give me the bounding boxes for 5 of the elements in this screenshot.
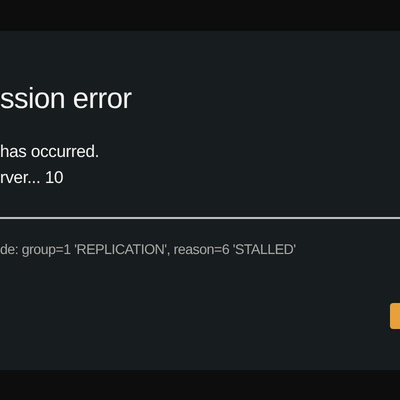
dialog-button[interactable]: [390, 303, 400, 329]
message-text: has occurred.: [0, 141, 100, 163]
dialog-title: ssion error: [0, 82, 132, 117]
message-text: rver... 10: [0, 167, 64, 189]
error-detail-text: de: group=1 'REPLICATION', reason=6 'STALLED': [0, 240, 297, 259]
